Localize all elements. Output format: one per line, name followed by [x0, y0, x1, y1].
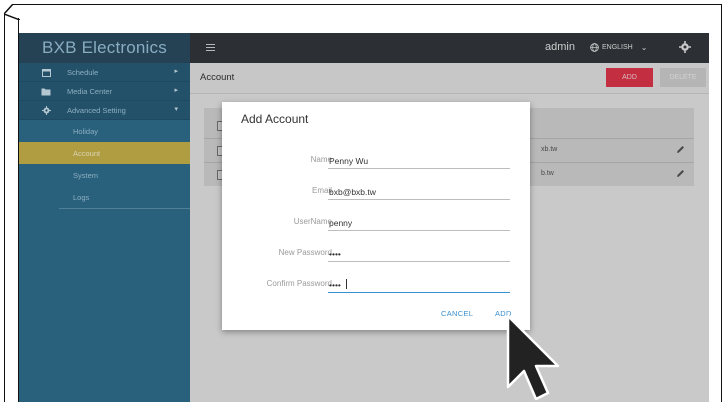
username-label: UserName: [293, 217, 332, 226]
new-password-label: New Password: [278, 248, 332, 257]
frame-left-border: [4, 14, 5, 402]
new-password-row: New Password: [222, 244, 530, 266]
dialog-title: Add Account: [241, 112, 309, 126]
username-row: UserName: [222, 213, 530, 235]
username-field[interactable]: [328, 213, 510, 231]
confirm-password-label: Confirm Password: [266, 279, 332, 288]
confirm-password-field[interactable]: [328, 275, 510, 293]
name-field[interactable]: [328, 151, 510, 169]
email-row: Email: [222, 182, 530, 204]
frame-corner-top: [4, 4, 14, 15]
cancel-button[interactable]: CANCEL: [441, 309, 473, 318]
confirm-password-row: Confirm Password: [222, 275, 530, 297]
text-caret: [346, 279, 347, 289]
frame-top-border: [12, 4, 722, 5]
frame-right-border: [721, 4, 722, 402]
name-row: Name: [222, 151, 530, 173]
add-account-dialog: Add Account Name Email UserName New Pass…: [222, 102, 530, 330]
mouse-pointer-icon: [506, 314, 560, 401]
new-password-field[interactable]: [328, 244, 510, 262]
app-window: BXB Electronics Schedule ▸ Media Center …: [19, 33, 709, 402]
email-field[interactable]: [328, 182, 510, 200]
